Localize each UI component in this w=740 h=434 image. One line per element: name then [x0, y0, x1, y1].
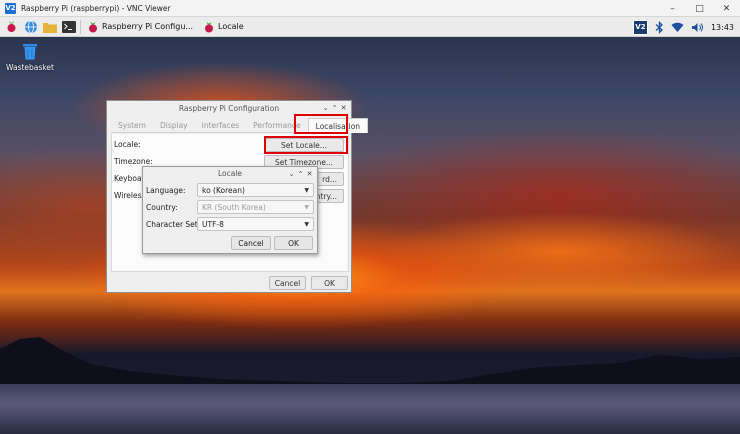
- wastebasket-icon: [23, 44, 37, 60]
- task-label: Locale: [218, 22, 244, 31]
- taskbar: Raspberry Pi Configu... Locale V2 13:43: [0, 17, 740, 37]
- web-browser-icon[interactable]: [23, 19, 38, 34]
- minimize-icon[interactable]: ⌄: [321, 104, 330, 112]
- locale-dialog-title-bar[interactable]: Locale ⌄ ⌃ ✕: [143, 167, 317, 180]
- minimize-button[interactable]: –: [659, 0, 686, 17]
- character-set-dropdown[interactable]: UTF-8 ▼: [197, 217, 314, 231]
- close-button[interactable]: ✕: [713, 0, 740, 17]
- character-set-value: UTF-8: [202, 219, 224, 229]
- raspberry-icon: [205, 21, 214, 32]
- cancel-button[interactable]: Cancel: [269, 276, 306, 290]
- vnc-logo-icon: V2: [5, 2, 16, 14]
- dialog-title: Raspberry Pi Configuration: [178, 103, 280, 113]
- taskbar-separator: [80, 19, 81, 34]
- wastebasket-desktop-icon[interactable]: Wastebasket: [6, 41, 54, 72]
- ok-button[interactable]: OK: [311, 276, 348, 290]
- task-label: Raspberry Pi Configu...: [102, 22, 194, 31]
- close-icon[interactable]: ✕: [305, 170, 314, 178]
- locale-dialog: Locale ⌄ ⌃ ✕ Language: ko (Korean) ▼ Cou…: [142, 166, 318, 254]
- maximize-icon[interactable]: ⌃: [296, 170, 305, 178]
- taskbar-task-locale[interactable]: Locale: [199, 18, 248, 36]
- vnc-tray-icon[interactable]: V2: [632, 19, 648, 35]
- lake-water: [0, 384, 740, 434]
- mountain-silhouette: [0, 337, 740, 389]
- vnc-title-bar: V2 Raspberry Pi (raspberrypi) - VNC View…: [0, 0, 740, 17]
- language-dropdown[interactable]: ko (Korean) ▼: [197, 183, 314, 197]
- bluetooth-icon[interactable]: [655, 20, 664, 34]
- file-manager-icon[interactable]: [42, 19, 57, 34]
- country-dropdown[interactable]: KR (South Korea) ▼: [197, 200, 314, 214]
- highlight-localisation-tab: [294, 114, 348, 134]
- tab-system[interactable]: System: [111, 118, 153, 133]
- locale-label: Locale:: [114, 140, 141, 149]
- timezone-label: Timezone:: [114, 157, 153, 166]
- terminal-icon[interactable]: [61, 19, 76, 34]
- dropdown-arrow-icon: ▼: [304, 187, 309, 194]
- dropdown-arrow-icon: ▼: [304, 221, 309, 228]
- locale-dialog-title: Locale: [217, 169, 243, 178]
- country-label: Country:: [146, 203, 178, 212]
- wastebasket-label: Wastebasket: [6, 63, 54, 72]
- highlight-set-locale-button: [264, 136, 348, 154]
- locale-ok-button[interactable]: OK: [274, 236, 313, 250]
- clock[interactable]: 13:43: [711, 23, 734, 32]
- taskbar-task-raspberry-pi-configuration[interactable]: Raspberry Pi Configu...: [83, 18, 197, 36]
- raspberry-icon: [89, 21, 97, 32]
- dropdown-arrow-icon: ▼: [304, 204, 309, 211]
- wireless-country-label: Wireless: [114, 191, 146, 200]
- locale-cancel-button[interactable]: Cancel: [231, 236, 271, 250]
- character-set-label: Character Set:: [146, 220, 201, 229]
- volume-icon[interactable]: [691, 22, 704, 33]
- vnc-window-title: Raspberry Pi (raspberrypi) - VNC Viewer: [21, 3, 171, 13]
- maximize-icon[interactable]: ⌃: [330, 104, 339, 112]
- country-value: KR (South Korea): [202, 202, 266, 212]
- tab-display[interactable]: Display: [153, 118, 195, 133]
- close-icon[interactable]: ✕: [339, 104, 348, 112]
- dialog-title-bar[interactable]: Raspberry Pi Configuration ⌄ ⌃ ✕: [107, 101, 351, 115]
- maximize-button[interactable]: □: [686, 0, 713, 17]
- language-label: Language:: [146, 186, 186, 195]
- system-tray: V2 13:43: [626, 17, 734, 37]
- wifi-icon[interactable]: [671, 22, 684, 33]
- raspberry-menu-icon[interactable]: [4, 19, 19, 34]
- minimize-icon[interactable]: ⌄: [287, 170, 296, 178]
- tab-interfaces[interactable]: Interfaces: [195, 118, 247, 133]
- language-value: ko (Korean): [202, 185, 245, 195]
